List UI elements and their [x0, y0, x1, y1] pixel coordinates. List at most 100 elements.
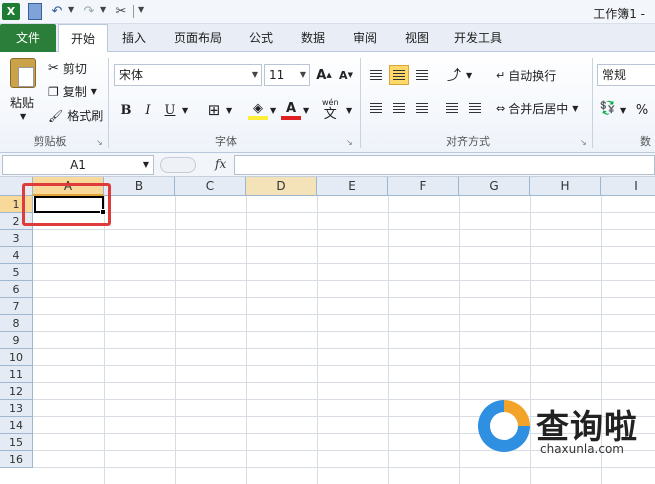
insert-function-icon[interactable]: fx: [215, 157, 226, 171]
align-left-icon[interactable]: [366, 98, 386, 118]
formula-input[interactable]: [234, 155, 655, 175]
number-format-select[interactable]: 常规: [597, 64, 655, 86]
align-middle-icon[interactable]: [389, 65, 409, 85]
row-header-16[interactable]: 16: [0, 451, 33, 468]
row-header-5[interactable]: 5: [0, 264, 33, 281]
chevron-down-icon: ▼: [299, 70, 306, 79]
align-right-icon[interactable]: [412, 98, 432, 118]
tab-insert[interactable]: 插入: [112, 24, 156, 52]
decrease-indent-icon[interactable]: [442, 98, 462, 118]
grow-font-button[interactable]: A ▲: [314, 65, 334, 85]
scissors-icon: ✂: [48, 61, 59, 76]
row-header-9[interactable]: 9: [0, 332, 33, 349]
row-header-14[interactable]: 14: [0, 417, 33, 434]
splitter-handle[interactable]: [160, 157, 196, 173]
font-color-dropdown-icon[interactable]: ▼: [303, 106, 309, 115]
chevron-down-icon: ▼: [142, 160, 149, 169]
tab-data[interactable]: 数据: [292, 24, 334, 52]
font-size-select[interactable]: 11 ▼: [264, 64, 310, 86]
row-header-7[interactable]: 7: [0, 298, 33, 315]
redo-icon[interactable]: ↷: [82, 3, 96, 20]
tab-developer[interactable]: 开发工具: [448, 24, 508, 52]
phonetic-button[interactable]: wén 文: [322, 98, 339, 121]
tab-review[interactable]: 审阅: [344, 24, 386, 52]
font-size-value: 11: [269, 68, 285, 82]
row-header-15[interactable]: 15: [0, 434, 33, 451]
group-separator: [592, 58, 593, 148]
row-header-8[interactable]: 8: [0, 315, 33, 332]
column-gridline: [388, 196, 389, 484]
excel-app-icon[interactable]: X: [2, 3, 20, 20]
customize-qat-icon[interactable]: ▼: [138, 5, 144, 14]
tab-formulas[interactable]: 公式: [240, 24, 282, 52]
align-top-icon[interactable]: [366, 65, 386, 85]
column-header-e[interactable]: E: [317, 177, 388, 196]
clipboard-launcher-icon[interactable]: ↘: [96, 138, 103, 147]
underline-button[interactable]: U: [160, 100, 180, 120]
alignment-launcher-icon[interactable]: ↘: [580, 138, 587, 147]
column-header-h[interactable]: H: [530, 177, 601, 196]
row-header-6[interactable]: 6: [0, 281, 33, 298]
phonetic-dropdown-icon[interactable]: ▼: [346, 106, 352, 115]
row-header-13[interactable]: 13: [0, 400, 33, 417]
column-header-b[interactable]: B: [104, 177, 175, 196]
column-header-d[interactable]: D: [246, 177, 317, 196]
format-painter-label: 格式刷: [67, 109, 104, 123]
paste-dropdown-icon[interactable]: ▼: [20, 112, 26, 121]
undo-dropdown-icon[interactable]: ▼: [68, 5, 74, 14]
cut-button[interactable]: ✂ 剪切: [48, 60, 87, 77]
merge-dropdown-icon[interactable]: ▼: [572, 104, 578, 113]
font-name-select[interactable]: 宋体 ▼: [114, 64, 262, 86]
column-header-i[interactable]: I: [601, 177, 655, 196]
paste-icon[interactable]: [10, 58, 36, 88]
tab-view[interactable]: 视图: [396, 24, 438, 52]
underline-dropdown-icon[interactable]: ▼: [182, 106, 188, 115]
watermark: 查询啦 chaxunla.com: [478, 400, 648, 466]
paste-button[interactable]: 粘贴: [10, 94, 34, 111]
tab-page-layout[interactable]: 页面布局: [166, 24, 230, 52]
row-header-11[interactable]: 11: [0, 366, 33, 383]
column-header-f[interactable]: F: [388, 177, 459, 196]
copy-button[interactable]: ❐ 复制 ▼: [48, 83, 97, 100]
wrap-text-button[interactable]: ↵ 自动换行: [496, 67, 556, 84]
name-box[interactable]: A1 ▼: [2, 155, 154, 175]
tab-home[interactable]: 开始: [58, 24, 108, 53]
row-header-12[interactable]: 12: [0, 383, 33, 400]
orientation-dropdown-icon[interactable]: ▼: [466, 71, 472, 80]
borders-icon[interactable]: ⊞: [204, 100, 224, 120]
annotation-highlight-box: [22, 183, 111, 226]
tab-file[interactable]: 文件: [0, 24, 56, 52]
fill-color-icon[interactable]: ◈: [248, 100, 268, 120]
percent-button[interactable]: %: [632, 100, 652, 120]
row-header-10[interactable]: 10: [0, 349, 33, 366]
orientation-icon[interactable]: ⤴: [444, 65, 464, 85]
currency-dropdown-icon[interactable]: ▼: [620, 106, 626, 115]
undo-icon[interactable]: ↶: [50, 3, 64, 20]
increase-indent-icon[interactable]: [465, 98, 485, 118]
tool-icon[interactable]: ✂: [113, 3, 129, 20]
number-group-label: 数: [640, 135, 651, 148]
font-launcher-icon[interactable]: ↘: [346, 138, 353, 147]
row-header-4[interactable]: 4: [0, 247, 33, 264]
align-bottom-icon[interactable]: [412, 65, 432, 85]
row-header-3[interactable]: 3: [0, 230, 33, 247]
italic-button[interactable]: I: [138, 100, 158, 120]
fill-color-dropdown-icon[interactable]: ▼: [270, 106, 276, 115]
align-center-icon[interactable]: [389, 98, 409, 118]
column-gridline: [317, 196, 318, 484]
currency-icon[interactable]: 💱: [598, 98, 618, 118]
save-icon[interactable]: [28, 3, 42, 20]
merge-center-button[interactable]: ⇔ 合并后居中 ▼: [496, 100, 578, 117]
borders-dropdown-icon[interactable]: ▼: [226, 106, 232, 115]
copy-dropdown-icon[interactable]: ▼: [91, 87, 97, 96]
column-gridline: [246, 196, 247, 484]
shrink-font-button[interactable]: A ▼: [336, 65, 356, 85]
format-painter-button[interactable]: 🖌 格式刷: [48, 107, 103, 124]
column-header-g[interactable]: G: [459, 177, 530, 196]
column-header-c[interactable]: C: [175, 177, 246, 196]
font-color-button[interactable]: A: [281, 100, 301, 120]
bold-button[interactable]: B: [116, 100, 136, 120]
watermark-url: chaxunla.com: [540, 442, 624, 456]
redo-dropdown-icon[interactable]: ▼: [100, 5, 106, 14]
wrap-text-label: 自动换行: [508, 69, 557, 83]
